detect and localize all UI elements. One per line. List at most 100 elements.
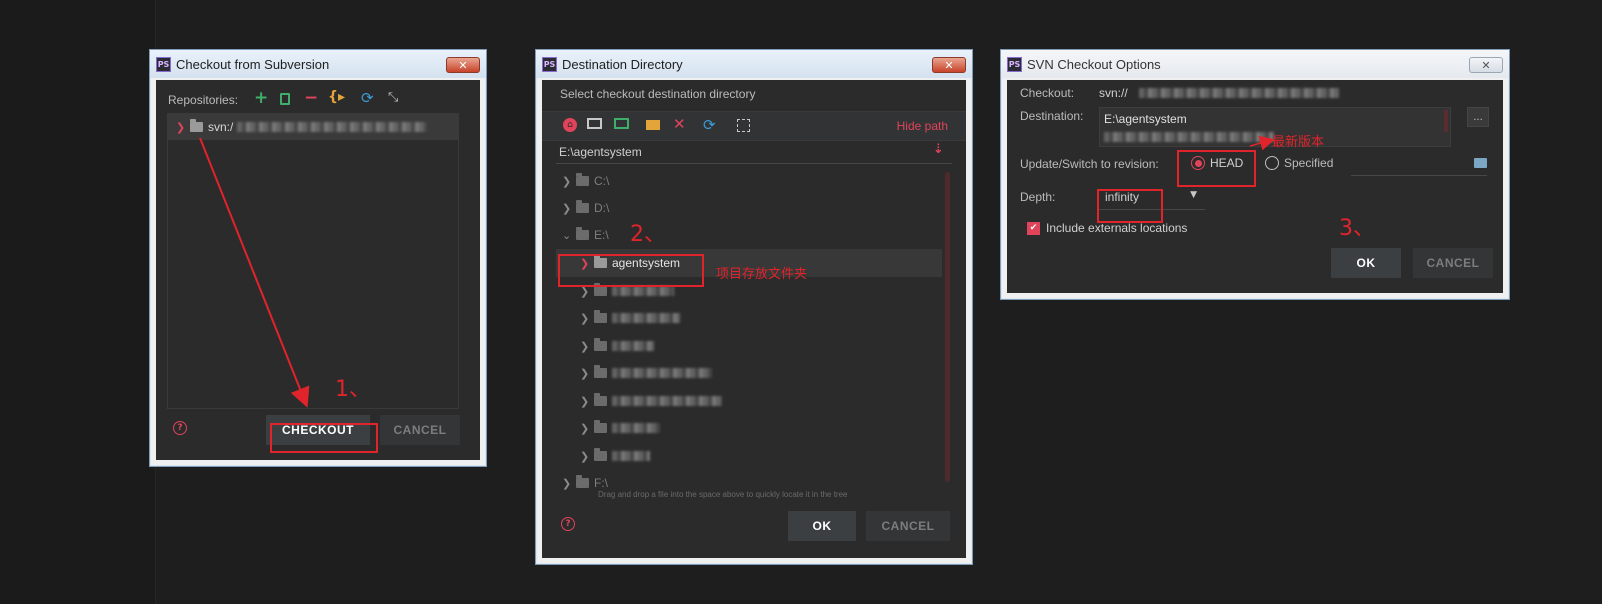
annotation-box-agentsystem	[558, 254, 704, 287]
folder-icon	[594, 448, 607, 461]
revision-label: Update/Switch to revision:	[1020, 157, 1159, 171]
chevron-right-icon[interactable]: ❯	[580, 367, 594, 380]
tree-item-d-drive[interactable]: ❯ D:\	[562, 195, 609, 221]
branches-icon[interactable]: {▸	[328, 89, 345, 105]
destination-label: Destination:	[1020, 109, 1084, 123]
refresh-icon[interactable]: ⟳	[361, 89, 374, 107]
tree-item[interactable]: ❯	[580, 415, 660, 441]
folder-icon	[594, 310, 607, 323]
include-externals-label: Include externals locations	[1046, 221, 1188, 235]
redacted-path	[1104, 132, 1274, 142]
ok-button[interactable]: OK	[788, 511, 856, 541]
tree-item-label: F:\	[594, 476, 608, 490]
checkout-url: svn://	[1099, 86, 1128, 100]
collapse-icon[interactable]: ⤡	[388, 90, 398, 105]
new-folder-icon[interactable]	[646, 120, 660, 130]
close-icon[interactable]: ✕	[1469, 57, 1503, 73]
folder-icon	[190, 119, 203, 132]
dialog-titlebar[interactable]: PS SVN Checkout Options ✕	[1001, 50, 1509, 78]
depth-label: Depth:	[1020, 190, 1056, 204]
select-icon[interactable]	[737, 119, 750, 132]
annotation-step-3: 3、	[1339, 216, 1375, 241]
chevron-right-icon[interactable]: ❯	[176, 121, 190, 134]
chevron-right-icon[interactable]: ❯	[580, 450, 594, 463]
remove-icon[interactable]: −	[304, 88, 318, 108]
tree-item[interactable]: ❯	[580, 443, 650, 469]
tree-item[interactable]: ❯	[580, 333, 654, 359]
toolbar: ⌂ ✕ ⟳ Hide path	[542, 111, 966, 141]
chevron-right-icon[interactable]: ❯	[580, 395, 594, 408]
chevron-right-icon[interactable]: ❯	[562, 477, 576, 490]
path-underline	[556, 163, 952, 164]
revision-input[interactable]	[1351, 175, 1487, 176]
phpstorm-icon: PS	[156, 56, 171, 72]
delete-icon[interactable]: ✕	[673, 115, 686, 133]
dialog-subtitle: Select checkout destination directory	[560, 87, 756, 101]
redacted-name	[612, 368, 712, 378]
browse-button[interactable]: ...	[1467, 107, 1489, 127]
dialog-titlebar[interactable]: PS Checkout from Subversion ✕	[150, 50, 486, 78]
desktop-icon[interactable]	[587, 118, 602, 129]
download-icon[interactable]: ⇣	[933, 142, 944, 157]
dialog-title: Checkout from Subversion	[176, 56, 330, 72]
chevron-down-icon[interactable]: ⌄	[562, 229, 576, 242]
radio-unselected-icon[interactable]	[1265, 156, 1279, 170]
checkout-label: Checkout:	[1020, 86, 1075, 100]
folder-icon	[594, 420, 607, 433]
tree-item[interactable]: ❯	[580, 305, 680, 331]
close-icon[interactable]: ✕	[446, 57, 480, 73]
refresh-icon[interactable]: ⟳	[703, 116, 716, 134]
annotation-box-checkout	[270, 423, 378, 453]
chevron-right-icon[interactable]: ❯	[562, 175, 576, 188]
checkout-from-subversion-dialog: PS Checkout from Subversion ✕ Repositori…	[149, 49, 487, 467]
hide-path-link[interactable]: Hide path	[897, 119, 948, 133]
checkbox-checked-icon[interactable]: ✔	[1027, 221, 1040, 235]
path-input[interactable]: E:\agentsystem	[559, 145, 642, 159]
redacted-name	[612, 396, 722, 406]
chevron-right-icon[interactable]: ❯	[580, 340, 594, 353]
browse-icon[interactable]	[280, 93, 290, 105]
folder-icon	[594, 393, 607, 406]
redacted-name	[612, 286, 674, 296]
folder-open-icon[interactable]	[1474, 158, 1487, 168]
annotation-folder-note: 项目存放文件夹	[716, 267, 808, 282]
specified-radio[interactable]: Specified	[1265, 156, 1333, 170]
chevron-right-icon[interactable]: ❯	[562, 202, 576, 215]
drag-drop-hint: Drag and drop a file into the space abov…	[598, 490, 848, 499]
help-icon[interactable]: ?	[173, 421, 187, 435]
tree-item[interactable]: ❯	[580, 388, 722, 414]
cancel-button[interactable]: CANCEL	[1413, 248, 1493, 278]
project-icon[interactable]	[614, 118, 629, 129]
dialog-titlebar[interactable]: PS Destination Directory ✕	[536, 50, 972, 78]
destination-directory-dialog: PS Destination Directory ✕ Select checko…	[535, 49, 973, 565]
chevron-down-icon[interactable]: ▼	[1190, 190, 1197, 200]
tree-item-label: E:\	[594, 228, 609, 242]
tree-item-e-drive[interactable]: ⌄ E:\	[562, 222, 609, 248]
chevron-right-icon[interactable]: ❯	[580, 422, 594, 435]
cancel-button[interactable]: CANCEL	[866, 511, 950, 541]
scrollbar[interactable]	[945, 172, 950, 482]
home-icon[interactable]: ⌂	[563, 118, 577, 132]
field-scrollbar[interactable]	[1444, 110, 1448, 132]
repositories-tree[interactable]: ❯ svn:/	[167, 113, 459, 409]
tree-item[interactable]: ❯	[580, 360, 712, 386]
directory-tree[interactable]: ❯ C:\ ❯ D:\ ⌄ E:\ ❯ agentsystem ❯ ❯ ❯ ❯ ❯ ❯…	[556, 168, 952, 504]
ok-button[interactable]: OK	[1331, 248, 1401, 278]
annotation-box-depth	[1097, 189, 1163, 223]
dialog-title: SVN Checkout Options	[1027, 56, 1161, 72]
help-icon[interactable]: ?	[561, 517, 575, 531]
include-externals-checkbox[interactable]: ✔ Include externals locations	[1027, 221, 1187, 235]
repositories-label: Repositories:	[168, 93, 239, 107]
tree-item-c-drive[interactable]: ❯ C:\	[562, 168, 609, 194]
redacted-name	[612, 313, 680, 323]
phpstorm-icon: PS	[542, 56, 557, 72]
tree-item-label: C:\	[594, 174, 610, 188]
repository-item[interactable]: ❯ svn:/	[168, 114, 458, 140]
dialog-title: Destination Directory	[562, 56, 683, 72]
chevron-right-icon[interactable]: ❯	[580, 312, 594, 325]
add-icon[interactable]: +	[254, 88, 268, 108]
specified-option-label: Specified	[1284, 156, 1334, 170]
close-icon[interactable]: ✕	[932, 57, 966, 73]
cancel-button[interactable]: CANCEL	[380, 415, 460, 445]
folder-icon	[594, 365, 607, 378]
